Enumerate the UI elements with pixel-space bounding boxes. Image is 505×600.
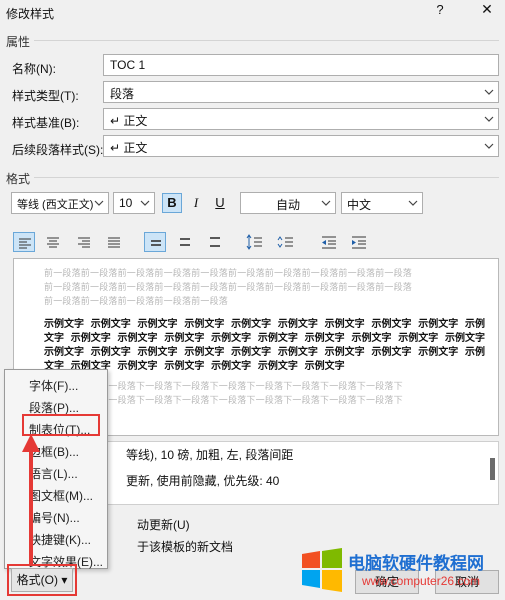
next-line: 段落下一段落下一段落下一段落下一段落下一段落下一段落下一段落下一段落下一段落下 bbox=[44, 381, 403, 391]
next-style-value: ↵ 正文 bbox=[110, 141, 148, 155]
chevron-down-icon bbox=[484, 143, 494, 149]
previous-line: 前一段落前一段落前一段落前一段落前一段落前一段落前一段落前一段落前一段落前一段落 bbox=[44, 268, 413, 278]
sample-line: 文字 示例文字 示例文字 示例文字 示例文字 示例文字 示例文字 bbox=[44, 361, 345, 372]
sample-line: 示例文字 示例文字 示例文字 示例文字 示例文字 示例文字 示例文字 示例文字 … bbox=[44, 347, 486, 358]
font-select[interactable]: 等线 (西文正文) bbox=[11, 192, 109, 214]
font-size-value: 10 bbox=[119, 196, 133, 210]
font-color-select[interactable]: 自动 bbox=[240, 192, 336, 214]
next-line: 段落下一段落下一段落下一段落下一段落下一段落下一段落下一段落下一段落下一段落下 bbox=[44, 395, 403, 405]
chevron-down-icon bbox=[140, 200, 150, 206]
italic-button[interactable]: I bbox=[186, 193, 206, 213]
font-color-value: 自动 bbox=[275, 198, 300, 212]
language-select[interactable]: 中文 bbox=[341, 192, 423, 214]
style-type-value: 段落 bbox=[110, 87, 135, 101]
next-style-select[interactable]: ↵ 正文 bbox=[103, 135, 499, 157]
scrollbar-thumb[interactable] bbox=[490, 458, 495, 480]
next-style-label: 后续段落样式(S): bbox=[12, 143, 104, 157]
paragraph-spacing-icon[interactable] bbox=[275, 232, 297, 252]
font-size-select[interactable]: 10 bbox=[113, 192, 155, 214]
based-on-select[interactable]: ↵ 正文 bbox=[103, 108, 499, 130]
style-type-select[interactable]: 段落 bbox=[103, 81, 499, 103]
underline-button[interactable]: U bbox=[210, 193, 230, 213]
chevron-down-icon bbox=[94, 200, 104, 206]
description-line: 等线), 10 磅, 加粗, 左, 段落间距 bbox=[126, 448, 294, 462]
language-value: 中文 bbox=[347, 198, 372, 212]
single-spacing-icon[interactable] bbox=[144, 232, 166, 252]
close-button[interactable]: ✕ bbox=[475, 1, 499, 21]
chevron-down-icon bbox=[408, 200, 418, 206]
chevron-down-icon bbox=[484, 89, 494, 95]
chevron-down-icon bbox=[321, 200, 331, 206]
format-section-title: 格式 bbox=[6, 172, 31, 186]
double-spacing-icon[interactable] bbox=[204, 232, 226, 252]
properties-section-title: 属性 bbox=[6, 35, 31, 49]
align-right-icon[interactable] bbox=[73, 232, 95, 252]
name-label: 名称(N): bbox=[12, 62, 56, 76]
watermark-title: 电脑软硬件教程网 bbox=[348, 554, 484, 573]
name-input[interactable]: TOC 1 bbox=[103, 54, 499, 76]
align-left-icon[interactable] bbox=[13, 232, 35, 252]
font-value: 等线 (西文正文) bbox=[17, 199, 94, 211]
highlight-box bbox=[7, 564, 77, 596]
divider bbox=[34, 40, 499, 41]
divider bbox=[34, 177, 499, 178]
new-documents-label[interactable]: 于该模板的新文档 bbox=[137, 538, 233, 555]
chevron-down-icon bbox=[484, 116, 494, 122]
menu-item-font[interactable]: 字体(F)... bbox=[29, 377, 78, 394]
style-type-label: 样式类型(T): bbox=[12, 89, 79, 103]
watermark-url: www.computer26.com bbox=[362, 574, 481, 588]
sample-line: 示例文字 示例文字 示例文字 示例文字 示例文字 示例文字 示例文字 示例文字 … bbox=[44, 319, 486, 330]
dialog-title: 修改样式 bbox=[6, 7, 55, 21]
align-center-icon[interactable] bbox=[42, 232, 64, 252]
auto-update-label[interactable]: 动更新(U) bbox=[137, 516, 190, 533]
justify-icon[interactable] bbox=[103, 232, 125, 252]
decrease-indent-icon[interactable] bbox=[318, 232, 340, 252]
sample-line: 文字 示例文字 示例文字 示例文字 示例文字 示例文字 示例文字 示例文字 示例… bbox=[44, 333, 486, 344]
bold-button[interactable]: B bbox=[162, 193, 182, 213]
next-paragraph-text: 段落下一段落下一段落下一段落下一段落下一段落下一段落下一段落下一段落下一段落下 … bbox=[44, 379, 496, 407]
help-button[interactable]: ? bbox=[428, 2, 452, 20]
previous-line: 前一段落前一段落前一段落前一段落前一段落前一段落前一段落前一段落前一段落前一段落 bbox=[44, 282, 413, 292]
based-on-label: 样式基准(B): bbox=[12, 116, 80, 130]
based-on-value: ↵ 正文 bbox=[110, 114, 148, 128]
sample-text: 示例文字 示例文字 示例文字 示例文字 示例文字 示例文字 示例文字 示例文字 … bbox=[44, 318, 496, 374]
previous-line: 前一段落前一段落前一段落前一段落前一段落 bbox=[44, 296, 229, 306]
increase-indent-icon[interactable] bbox=[348, 232, 370, 252]
red-arrow-icon bbox=[22, 434, 40, 564]
previous-paragraph-text: 前一段落前一段落前一段落前一段落前一段落前一段落前一段落前一段落前一段落前一段落… bbox=[44, 266, 494, 308]
line-spacing-icon[interactable] bbox=[244, 232, 266, 252]
windows-logo-icon bbox=[302, 548, 342, 592]
one-half-spacing-icon[interactable] bbox=[174, 232, 196, 252]
description-line: 更新, 使用前隐藏, 优先级: 40 bbox=[126, 474, 280, 488]
